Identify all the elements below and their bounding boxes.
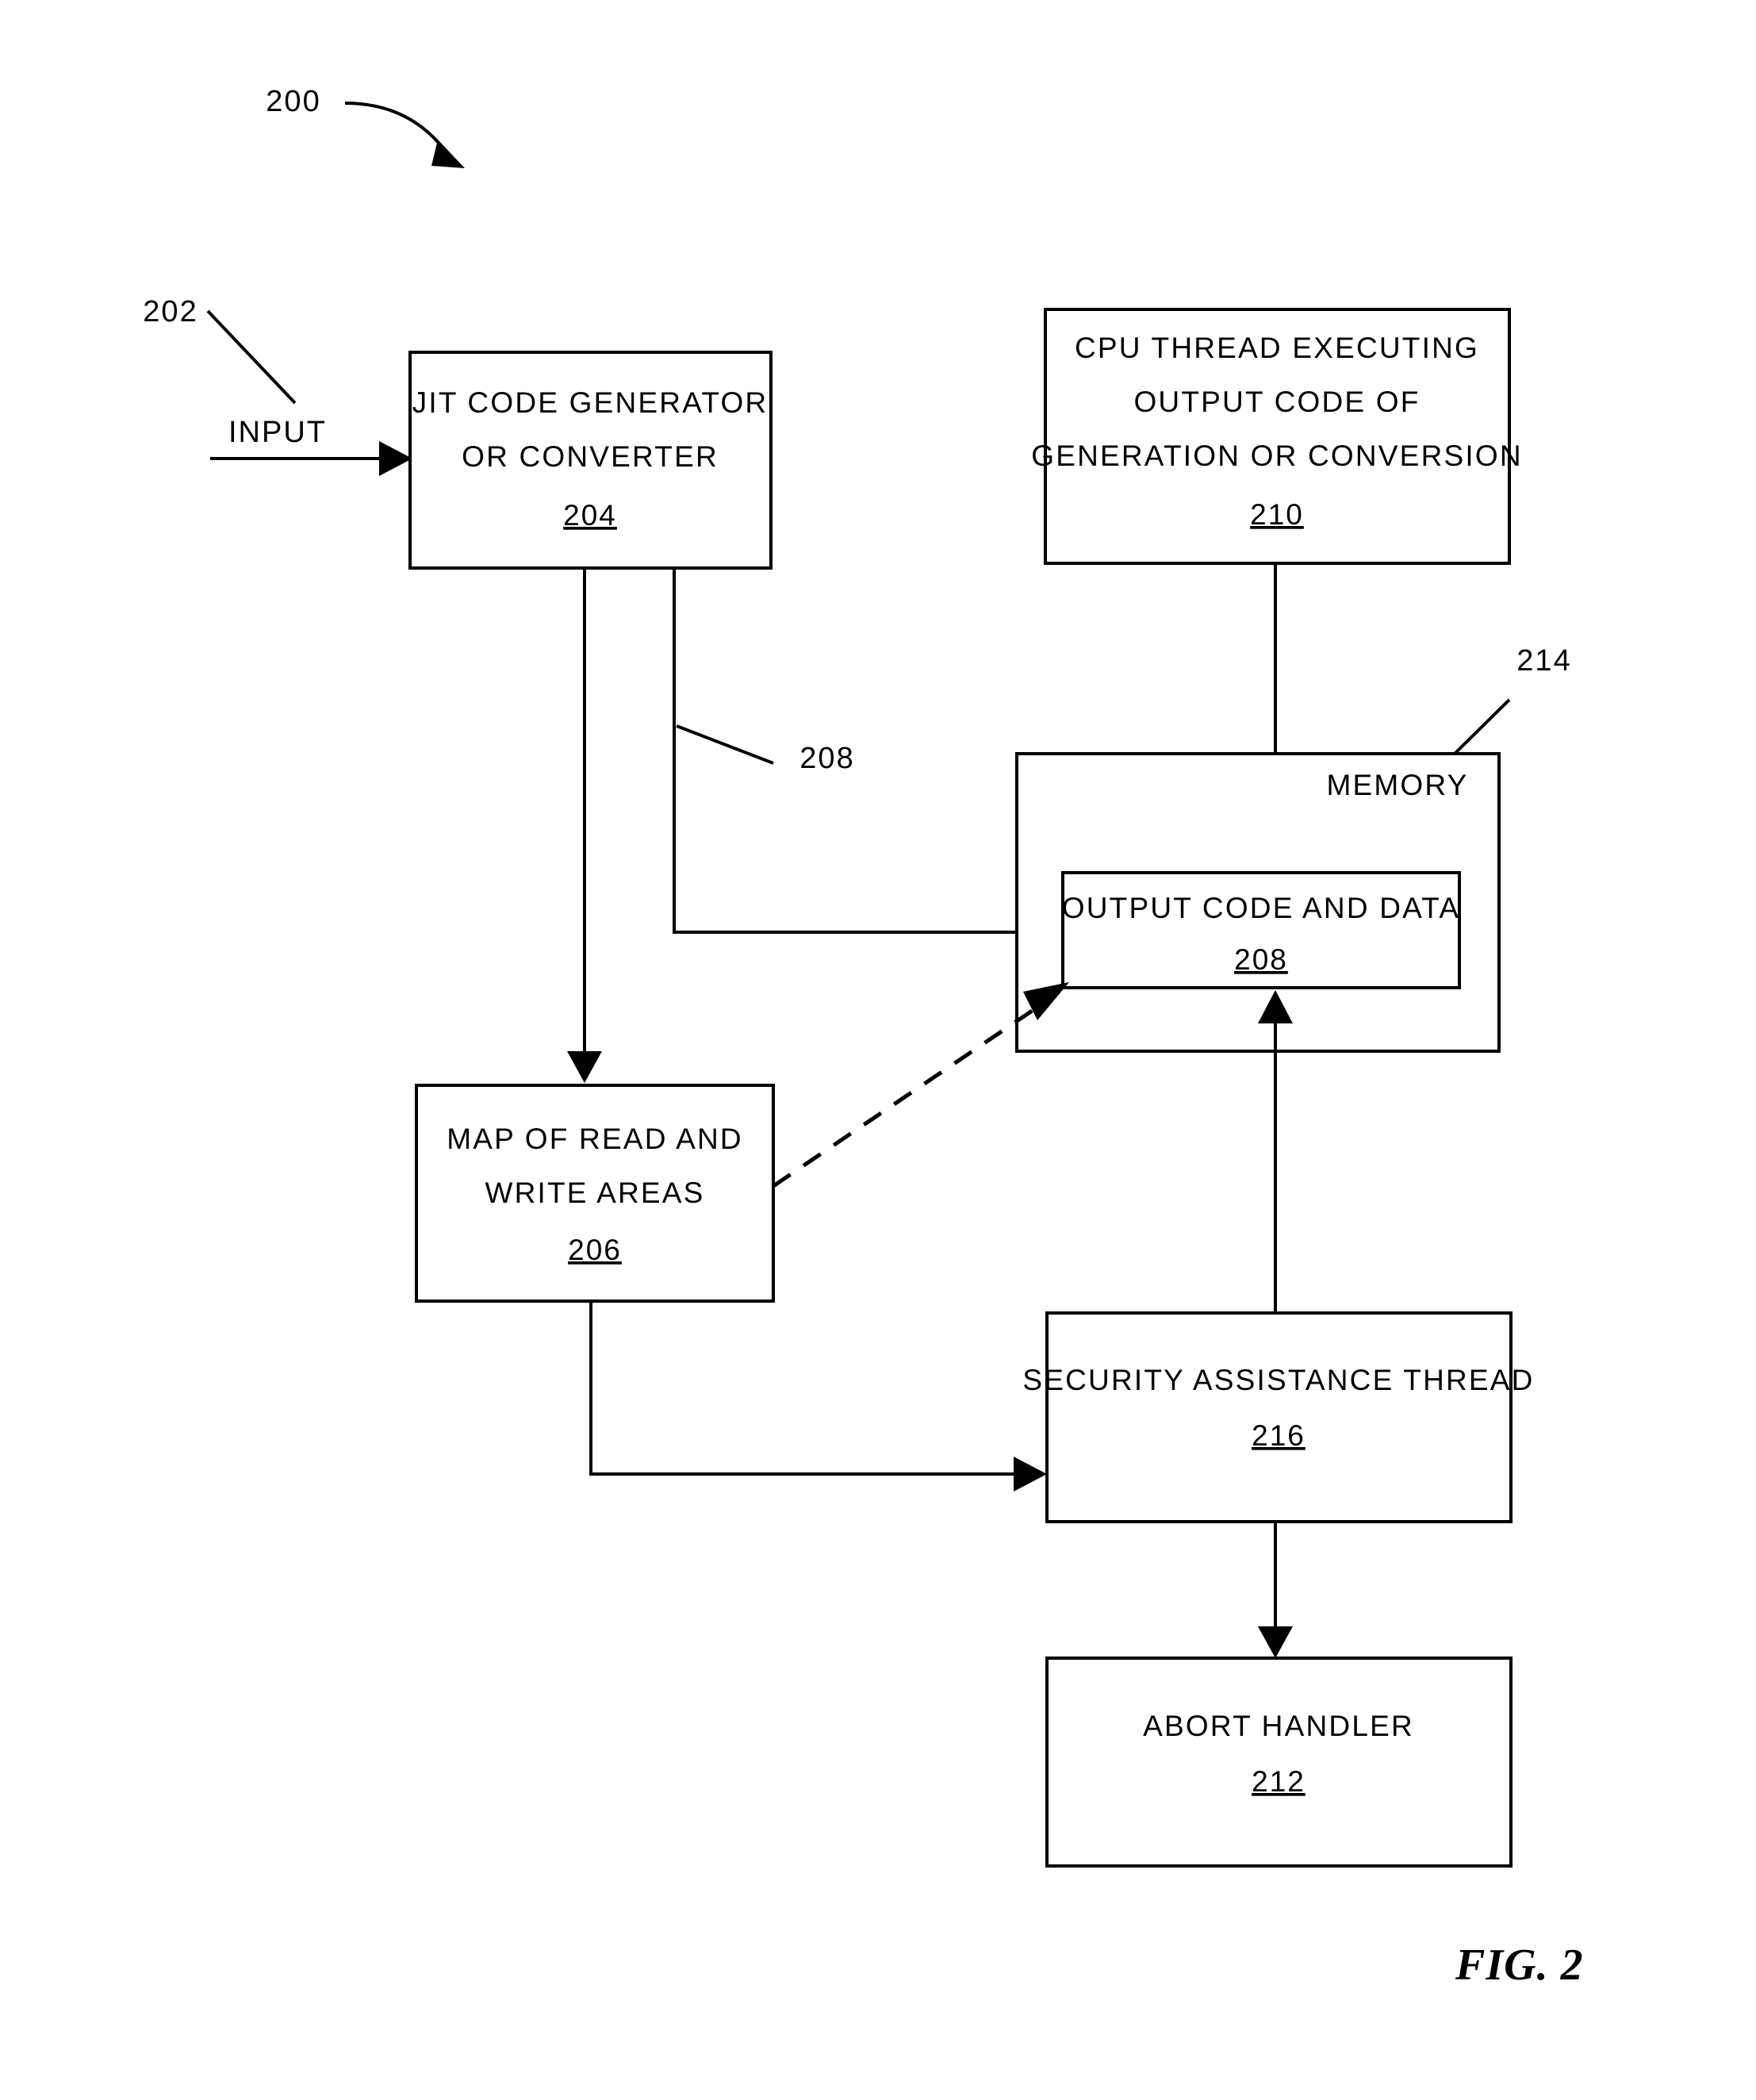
figure-number-leader [344, 102, 450, 156]
box-output-ref: 208 [1234, 943, 1288, 976]
box-jit-ref: 204 [563, 499, 617, 532]
figure-number-label: 200 [266, 85, 320, 118]
input-arrowhead [379, 441, 412, 476]
box-output-line1: OUTPUT CODE AND DATA [1062, 892, 1460, 924]
patent-figure-2: 200 202 INPUT JIT CODE GENERATOR OR CONV… [143, 85, 1584, 1990]
memory-ref-label: 214 [1516, 644, 1571, 678]
box-jit-line1: JIT CODE GENERATOR [412, 386, 769, 419]
input-ref-leader [206, 309, 297, 405]
figure-number-arrowhead [431, 140, 465, 168]
figure-caption: FIG. 2 [1455, 1941, 1584, 1990]
map-to-output-dashed-line [772, 996, 1052, 1188]
security-to-abort-arrowhead [1258, 1626, 1293, 1658]
box-security-line1: SECURITY ASSISTANCE THREAD [1022, 1364, 1534, 1396]
map-to-security-line [589, 1301, 1031, 1476]
jit-to-output-line [673, 568, 1049, 934]
memory-ref-leader [1451, 698, 1511, 757]
map-to-security-arrowhead [1014, 1457, 1047, 1491]
box-jit-line2: OR CONVERTER [462, 440, 719, 473]
input-label: INPUT [228, 416, 327, 449]
jit-to-map-arrowhead [567, 1051, 602, 1083]
input-ref-label: 202 [143, 295, 197, 328]
box-security-ref: 216 [1252, 1419, 1305, 1452]
box-map-line2: WRITE AREAS [485, 1177, 704, 1209]
output-flow-ref-label: 208 [799, 742, 854, 775]
box-security-assistance-thread[interactable] [1045, 1311, 1513, 1523]
box-abort-handler[interactable] [1045, 1657, 1513, 1868]
box-abort-line1: ABORT HANDLER [1143, 1710, 1414, 1742]
box-abort-ref: 212 [1252, 1765, 1305, 1798]
memory-label: MEMORY [1326, 769, 1468, 801]
box-cpu-line1: CPU THREAD EXECUTING [1075, 332, 1479, 364]
box-cpu-line2: OUTPUT CODE OF [1133, 386, 1420, 418]
box-map-ref: 206 [568, 1234, 622, 1266]
output-flow-ref-leader [676, 724, 774, 765]
box-map-line1: MAP OF READ AND [447, 1123, 743, 1155]
box-cpu-line3: GENERATION OR CONVERSION [1031, 440, 1523, 472]
box-cpu-ref: 210 [1250, 498, 1304, 531]
